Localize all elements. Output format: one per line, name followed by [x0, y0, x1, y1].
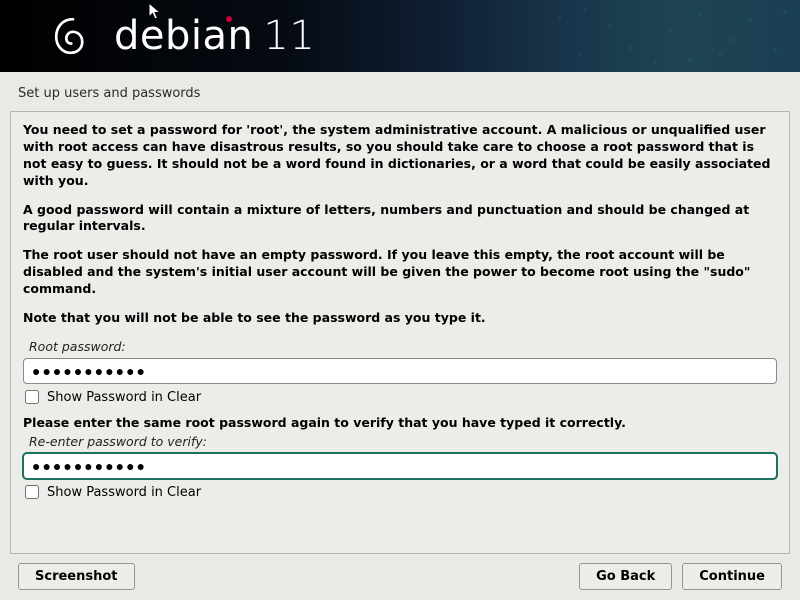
installer-header: debian11	[0, 0, 800, 72]
verify-password-input[interactable]	[23, 453, 777, 479]
brand-name: debian	[114, 13, 253, 59]
header-pattern	[540, 0, 800, 72]
show-password-2-checkbox[interactable]	[25, 485, 39, 499]
intro-paragraph-4: Note that you will not be able to see th…	[23, 310, 777, 327]
content-panel: You need to set a password for 'root', t…	[10, 111, 790, 554]
screenshot-button[interactable]: Screenshot	[18, 563, 135, 590]
show-password-1-row[interactable]: Show Password in Clear	[25, 390, 777, 405]
go-back-button[interactable]: Go Back	[579, 563, 672, 590]
intro-paragraph-2: A good password will contain a mixture o…	[23, 202, 777, 236]
debian-swirl-icon	[50, 13, 96, 59]
verify-password-label: Re-enter password to verify:	[29, 434, 777, 449]
intro-paragraph-3: The root user should not have an empty p…	[23, 247, 777, 298]
show-password-1-label: Show Password in Clear	[47, 390, 201, 405]
brand-version: 11	[263, 13, 315, 59]
show-password-1-checkbox[interactable]	[25, 390, 39, 404]
root-password-input[interactable]	[23, 358, 777, 384]
verify-prompt: Please enter the same root password agai…	[23, 415, 777, 430]
continue-button[interactable]: Continue	[682, 563, 782, 590]
show-password-2-row[interactable]: Show Password in Clear	[25, 485, 777, 500]
show-password-2-label: Show Password in Clear	[47, 485, 201, 500]
accent-dot	[226, 16, 232, 22]
footer-bar: Screenshot Go Back Continue	[0, 563, 800, 590]
page-title: Set up users and passwords	[0, 72, 800, 111]
root-password-label: Root password:	[29, 339, 777, 354]
brand-text: debian11	[114, 13, 315, 59]
intro-paragraph-1: You need to set a password for 'root', t…	[23, 122, 777, 190]
